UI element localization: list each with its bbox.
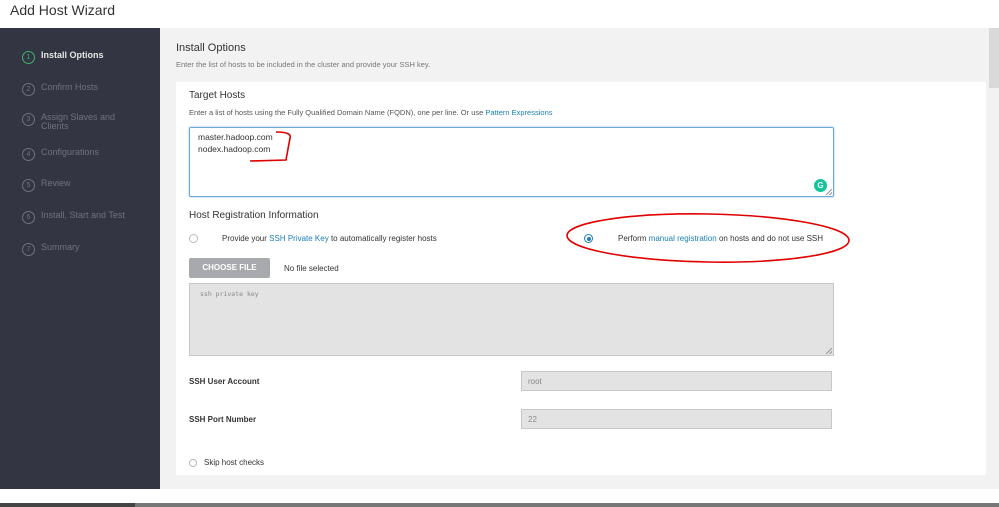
- description-text: Enter a list of hosts using the Fully Qu…: [189, 108, 486, 117]
- choose-file-button[interactable]: CHOOSE FILE: [189, 258, 270, 278]
- ssh-port-label: SSH Port Number: [189, 415, 257, 424]
- manual-registration-link[interactable]: manual registration: [649, 234, 717, 243]
- step-label: Assign Slaves and Clients: [41, 112, 116, 131]
- target-hosts-description: Enter a list of hosts using the Fully Qu…: [189, 108, 553, 117]
- step-label: Configurations: [41, 147, 100, 157]
- step-number: 2: [22, 83, 35, 96]
- step-label: Confirm Hosts: [41, 82, 99, 92]
- ssh-key-radio[interactable]: [189, 234, 198, 243]
- no-file-selected-text: No file selected: [284, 264, 339, 273]
- scrollbar[interactable]: [989, 28, 999, 88]
- step-summary[interactable]: 7 Summary: [22, 243, 131, 256]
- scrollbar-thumb[interactable]: [0, 503, 135, 507]
- step-configurations[interactable]: 4 Configurations: [22, 148, 131, 161]
- step-number: 1: [22, 51, 35, 64]
- ssh-key-option-label: Provide your SSH Private Key to automati…: [222, 234, 437, 243]
- manual-registration-option-label: Perform manual registration on hosts and…: [618, 234, 823, 243]
- option-text: Perform: [618, 234, 649, 243]
- ssh-port-input[interactable]: 22: [521, 409, 832, 429]
- step-install-options[interactable]: 1 Install Options: [22, 51, 131, 64]
- main-content: Install Options Enter the list of hosts …: [160, 28, 999, 489]
- pattern-expressions-link[interactable]: Pattern Expressions: [485, 108, 552, 117]
- step-label: Review: [41, 178, 71, 188]
- step-number: 5: [22, 179, 35, 192]
- step-confirm-hosts[interactable]: 2 Confirm Hosts: [22, 83, 131, 96]
- resize-handle-icon[interactable]: [826, 348, 832, 354]
- target-hosts-textarea[interactable]: master.hadoop.com nodex.hadoop.com G: [189, 127, 834, 197]
- step-label: Summary: [41, 242, 80, 252]
- manual-registration-radio[interactable]: [584, 234, 593, 243]
- option-text: on hosts and do not use SSH: [716, 234, 824, 243]
- step-assign-slaves[interactable]: 3 Assign Slaves and Clients: [22, 113, 131, 131]
- install-options-panel: Target Hosts Enter a list of hosts using…: [176, 82, 986, 475]
- window-title: Add Host Wizard: [10, 2, 116, 18]
- ssh-user-label: SSH User Account: [189, 377, 260, 386]
- registration-heading: Host Registration Information: [189, 210, 319, 221]
- step-review[interactable]: 5 Review: [22, 179, 131, 192]
- ssh-private-key-link[interactable]: SSH Private Key: [269, 234, 329, 243]
- skip-host-checks-label: Skip host checks: [204, 458, 265, 467]
- page-title: Install Options: [176, 42, 246, 54]
- resize-handle-icon[interactable]: [826, 189, 832, 195]
- ssh-user-input[interactable]: root: [521, 371, 832, 391]
- ssh-private-key-textarea[interactable]: ssh private key: [189, 283, 834, 356]
- step-number: 6: [22, 211, 35, 224]
- option-text: to automatically register hosts: [328, 234, 437, 243]
- option-text: Provide your: [222, 234, 270, 243]
- step-number: 7: [22, 243, 35, 256]
- host-line: master.hadoop.com: [198, 132, 273, 142]
- step-label: Install, Start and Test: [41, 210, 125, 220]
- horizontal-scrollbar[interactable]: [0, 503, 999, 507]
- skip-host-checks-checkbox[interactable]: [189, 459, 197, 467]
- target-hosts-heading: Target Hosts: [189, 90, 246, 101]
- step-number: 4: [22, 148, 35, 161]
- page-subtitle: Enter the list of hosts to be included i…: [176, 60, 431, 69]
- step-number: 3: [22, 113, 35, 126]
- host-line: nodex.hadoop.com: [198, 144, 271, 154]
- step-install-start-test[interactable]: 6 Install, Start and Test: [22, 211, 131, 224]
- step-label: Install Options: [41, 50, 104, 60]
- wizard-sidebar: 1 Install Options 2 Confirm Hosts 3 Assi…: [0, 28, 160, 489]
- key-placeholder: ssh private key: [200, 290, 259, 298]
